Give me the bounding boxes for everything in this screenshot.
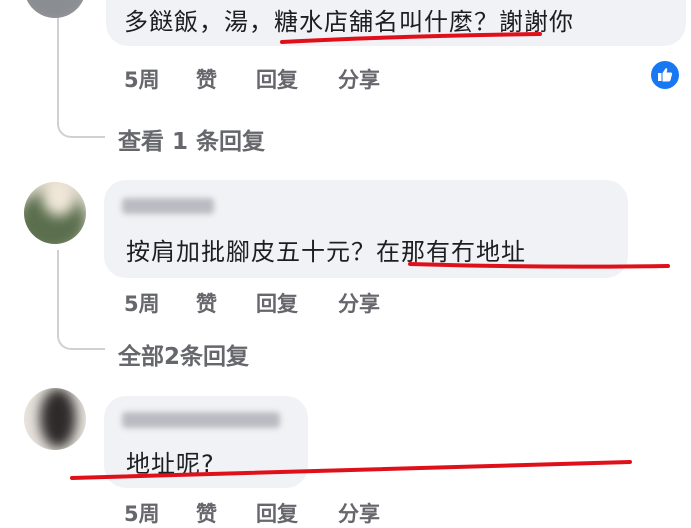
red-underline	[70, 460, 632, 480]
annotation-layer	[70, 32, 670, 480]
red-underline	[280, 32, 542, 44]
red-underline	[408, 262, 670, 269]
